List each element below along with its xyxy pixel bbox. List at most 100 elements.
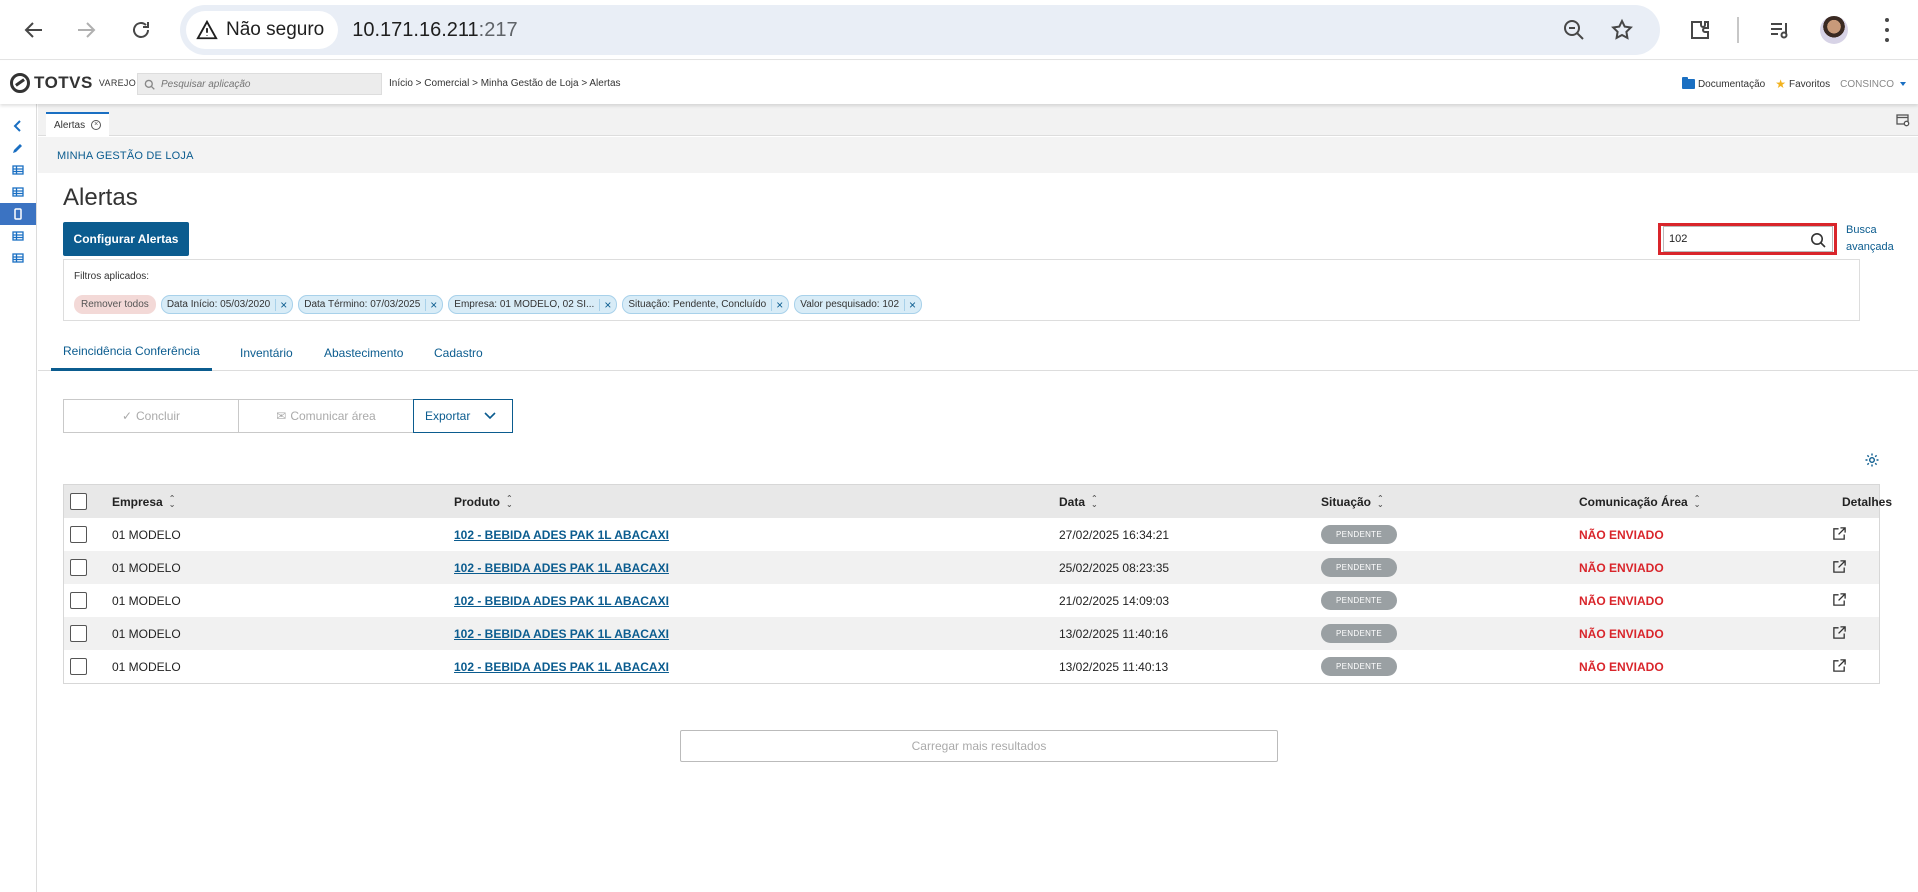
user-menu[interactable]: CONSINCO [1840,79,1906,90]
search-icon[interactable] [1810,232,1826,248]
status-badge: PENDENTE [1321,591,1397,610]
sort-icon: ⌃ ⌄ [1091,494,1098,509]
app-search [137,73,382,95]
row-checkbox[interactable] [70,526,87,543]
cell-data: 27/02/2025 16:34:21 [1059,528,1170,542]
search-box-highlight [1658,223,1837,255]
column-header-produto[interactable]: Produto ⌃ ⌄ [454,494,513,510]
gear-icon[interactable] [1864,452,1880,468]
product-link[interactable]: 102 - BEBIDA ADES PAK 1L ABACAXI [454,594,669,608]
check-icon: ✓ [121,409,133,423]
load-more-button[interactable]: Carregar mais resultados [680,730,1278,762]
table-icon[interactable] [0,225,36,247]
table-row: 01 MODELO 102 - BEBIDA ADES PAK 1L ABACA… [64,650,1879,683]
reload-icon[interactable] [126,15,156,45]
row-checkbox[interactable] [70,625,87,642]
column-header-data[interactable]: Data ⌃ ⌄ [1059,494,1098,510]
warning-icon [196,19,218,40]
communicate-area-button[interactable]: ✉ Comunicar área [238,399,414,433]
status-badge: PENDENTE [1321,657,1397,676]
bookmark-star-icon[interactable] [1610,18,1634,42]
search-input[interactable] [1663,226,1833,252]
close-icon[interactable]: × [904,298,916,311]
toolbar-separator [1737,17,1739,43]
forward-icon[interactable] [71,15,101,45]
column-header-situacao[interactable]: Situação ⌃ ⌄ [1321,495,1384,510]
url-text: 10.171.16.211:217 [352,18,518,41]
tab-inventario[interactable]: Inventário [228,334,305,371]
app-search-input[interactable] [161,78,361,90]
mail-icon: ✉ [276,409,287,423]
tab-cadastro[interactable]: Cadastro [422,334,495,371]
table-row: 01 MODELO 102 - BEBIDA ADES PAK 1L ABACA… [64,551,1879,584]
close-icon[interactable]: × [771,298,783,311]
filter-chip: Valor pesquisado: 102 × [794,295,923,314]
close-icon[interactable]: × [425,298,437,311]
extensions-icon[interactable] [1685,15,1715,45]
close-icon[interactable]: × [275,298,287,311]
chevron-down-icon [484,412,496,420]
filter-chip: Data Início: 05/03/2020 × [160,295,294,314]
cell-comunicacao: NÃO ENVIADO [1579,528,1664,542]
tab-alertas[interactable]: Alertas × [46,112,110,136]
media-control-icon[interactable] [1765,15,1795,45]
close-icon[interactable]: × [91,120,102,130]
external-link-icon[interactable] [1832,658,1847,673]
tab-abastecimento[interactable]: Abastecimento [312,334,415,371]
cell-empresa: 01 MODELO [112,594,181,608]
external-link-icon[interactable] [1832,592,1847,607]
close-icon[interactable]: × [599,298,611,311]
collapse-chevron-icon[interactable] [0,115,36,137]
profile-avatar[interactable] [1820,16,1848,44]
external-link-icon[interactable] [1832,526,1847,541]
product-link[interactable]: 102 - BEBIDA ADES PAK 1L ABACAXI [454,627,669,641]
export-button[interactable]: Exportar [413,399,513,433]
breadcrumb[interactable]: Início > Comercial > Minha Gestão de Loj… [389,78,621,89]
browser-menu-icon[interactable] [1884,18,1890,42]
remove-all-chip[interactable]: Remover todos [74,295,156,314]
mobile-icon[interactable] [0,203,36,225]
back-icon[interactable] [19,15,49,45]
configure-alerts-button[interactable]: Configurar Alertas [63,222,189,256]
cell-data: 13/02/2025 11:40:16 [1059,627,1169,641]
select-all-checkbox[interactable] [70,493,87,510]
tab-reincidencia-conferencia[interactable]: Reincidência Conferência [51,334,212,371]
pencil-icon[interactable] [0,137,36,159]
row-checkbox[interactable] [70,658,87,675]
cell-empresa: 01 MODELO [112,660,181,674]
documentation-link[interactable]: Documentação [1681,77,1765,90]
row-checkbox[interactable] [70,592,87,609]
security-chip[interactable]: Não seguro [186,11,339,49]
favorites-link[interactable]: ★ Favoritos [1775,77,1830,91]
table-icon[interactable] [0,247,36,269]
column-header-empresa[interactable]: Empresa ⌃ ⌄ [112,495,175,510]
app-header: TOTVS VAREJO Início > Comercial > Minha … [0,61,1918,104]
table-icon[interactable] [0,181,36,203]
cell-comunicacao: NÃO ENVIADO [1579,627,1664,641]
address-bar[interactable]: Não seguro 10.171.16.211:217 [180,5,1660,55]
window-settings-icon[interactable] [1896,113,1910,127]
zoom-out-icon[interactable] [1562,18,1586,42]
cell-empresa: 01 MODELO [112,627,181,641]
filter-chips: Remover todos Data Início: 05/03/2020 × D… [74,295,923,314]
column-header-comunicacao[interactable]: Comunicação Área ⌃ ⌄ [1579,494,1701,510]
sort-icon: ⌃ ⌄ [1693,494,1701,509]
section-title: MINHA GESTÃO DE LOJA [57,150,194,162]
status-badge: PENDENTE [1321,558,1397,577]
sort-icon: ⌃ ⌄ [506,494,513,509]
left-rail [0,104,37,892]
external-link-icon[interactable] [1832,625,1847,640]
cell-empresa: 01 MODELO [112,561,181,575]
totvs-logo-icon [10,73,30,93]
totvs-logo[interactable]: TOTVS VAREJO [10,73,136,93]
conclude-button[interactable]: ✓ Concluir [63,399,239,433]
table-icon[interactable] [0,159,36,181]
advanced-search-link[interactable]: Busca avançada [1846,222,1896,256]
row-checkbox[interactable] [70,559,87,576]
product-link[interactable]: 102 - BEBIDA ADES PAK 1L ABACAXI [454,561,669,575]
external-link-icon[interactable] [1832,559,1847,574]
product-link[interactable]: 102 - BEBIDA ADES PAK 1L ABACAXI [454,528,669,542]
section-bar: MINHA GESTÃO DE LOJA [38,137,1918,173]
product-link[interactable]: 102 - BEBIDA ADES PAK 1L ABACAXI [454,660,669,674]
cell-comunicacao: NÃO ENVIADO [1579,561,1664,575]
